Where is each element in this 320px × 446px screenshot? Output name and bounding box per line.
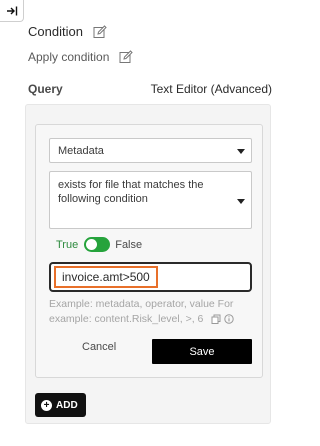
true-false-toggle[interactable] [84,237,111,252]
text-editor-link[interactable]: Text Editor (Advanced) [151,82,272,96]
apply-condition-row: Apply condition [28,50,134,64]
condition-header: Condition [28,24,107,39]
collapse-right-icon [6,6,17,15]
query-label: Query [28,82,63,96]
cancel-button[interactable]: Cancel [82,341,116,353]
plus-circle-icon: + [41,399,52,411]
true-false-toggle-row: True False [56,237,142,252]
condition-card: Metadata exists for file that matches th… [35,124,263,378]
metadata-select-value: Metadata [58,144,104,157]
query-panel: Metadata exists for file that matches th… [25,104,271,424]
condition-title: Condition [28,24,83,39]
edit-icon [93,24,107,38]
toggle-true-label: True [56,238,79,251]
add-button[interactable]: + ADD [35,393,86,417]
collapse-panel-button[interactable] [0,0,24,22]
save-button-label: Save [189,345,215,358]
add-button-label: ADD [56,399,78,411]
edit-icon [119,50,134,63]
edit-apply-condition-button[interactable] [119,50,134,64]
info-icon[interactable] [224,314,234,324]
query-header: Query Text Editor (Advanced) [28,82,272,96]
save-button[interactable]: Save [152,339,252,364]
query-input-value[interactable]: invoice.amt>500 [54,266,158,288]
toggle-false-label: False [115,238,143,251]
chevron-down-icon [237,199,245,204]
query-hint: Example: metadata, operator, value For e… [49,297,257,327]
toggle-knob [86,239,98,250]
edit-condition-button[interactable] [93,24,107,39]
query-hint-text: Example: metadata, operator, value For e… [49,298,234,325]
apply-condition-label: Apply condition [28,50,110,64]
copy-icon[interactable] [211,314,221,325]
query-input[interactable]: invoice.amt>500 [49,262,252,292]
condition-select-value: exists for file that matches the followi… [58,179,204,205]
condition-select[interactable]: exists for file that matches the followi… [49,171,252,229]
chevron-down-icon [237,149,245,154]
metadata-select[interactable]: Metadata [49,138,252,163]
